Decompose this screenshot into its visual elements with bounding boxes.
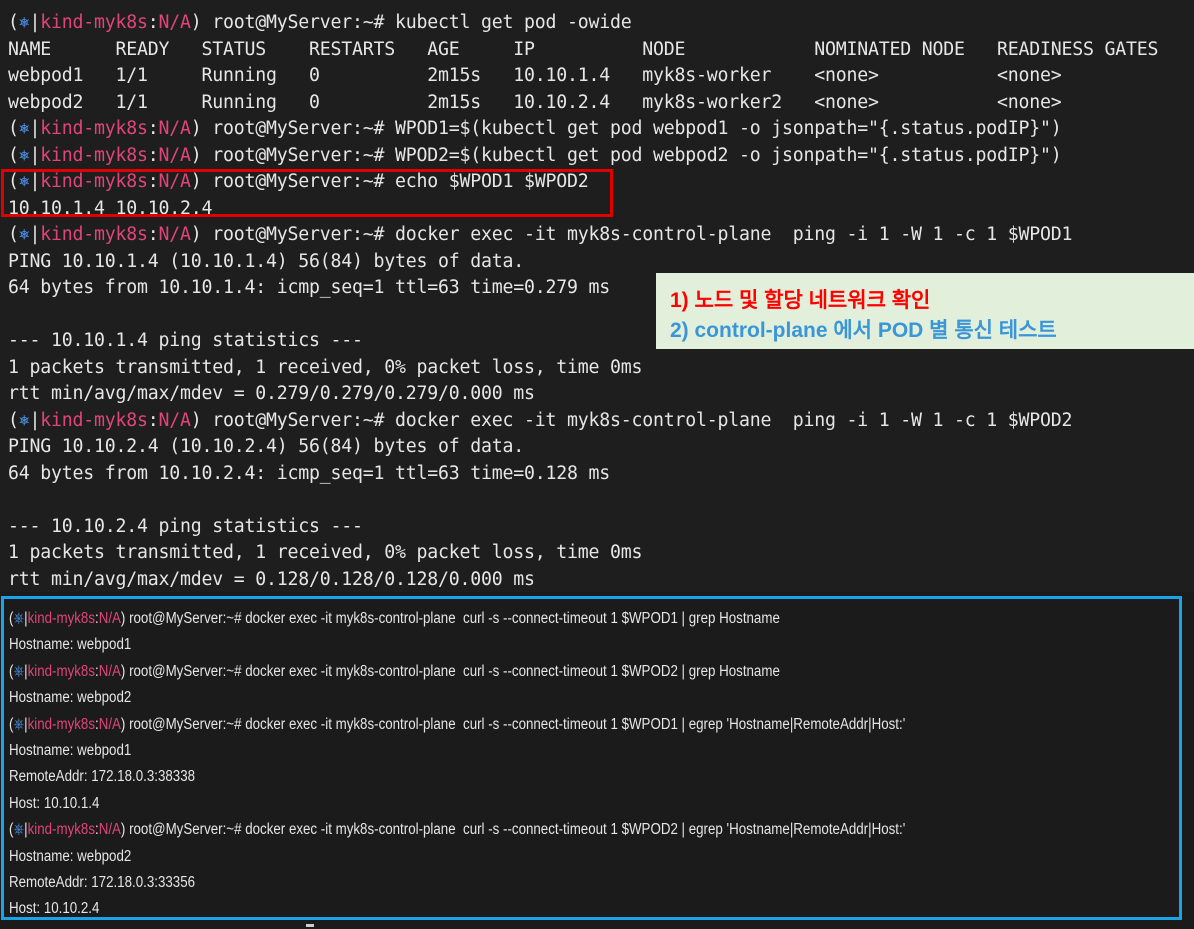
prompt-namespace: N/A xyxy=(158,409,191,431)
prompt-context: kind-myk8s xyxy=(40,144,148,166)
terminal-output-line: PING 10.10.1.4 (10.10.1.4) 56(84) bytes … xyxy=(8,249,524,276)
annotation-callout: 1) 노드 및 할당 네트워크 확인 2) control-plane 에서 P… xyxy=(656,273,1194,349)
prompt-paren: ( xyxy=(8,118,19,139)
prompt-paren: ( xyxy=(8,144,19,166)
prompt-user-host: root@MyServer:~# xyxy=(212,12,385,33)
kubernetes-icon: ⎈ xyxy=(18,144,30,166)
terminal-output-line: 64 bytes from 10.10.2.4: icmp_seq=1 ttl=… xyxy=(8,461,610,488)
terminal-output-line: --- 10.10.1.4 ping statistics --- xyxy=(8,328,363,355)
prompt-bar: | xyxy=(29,118,41,139)
terminal-output-line: 1 packets transmitted, 1 received, 0% pa… xyxy=(8,355,642,382)
terminal-output-line: --- 10.10.2.4 ping statistics --- xyxy=(8,514,363,541)
prompt-bar: | xyxy=(29,409,41,431)
prompt-user-host: root@MyServer:~# xyxy=(212,144,385,166)
output-text: NAME READY STATUS RESTARTS AGE IP NODE N… xyxy=(8,38,1159,60)
annotation-line-2: 2) control-plane 에서 POD 별 통신 테스트 xyxy=(670,319,1057,342)
prompt-user-host: root@MyServer:~# xyxy=(212,224,385,245)
prompt-colon: : xyxy=(147,409,159,431)
terminal-output-line: rtt min/avg/max/mdev = 0.128/0.128/0.128… xyxy=(8,567,535,594)
output-text: --- 10.10.2.4 ping statistics --- xyxy=(8,515,363,537)
kubernetes-icon: ⎈ xyxy=(18,118,30,139)
highlight-box-echo xyxy=(1,169,613,217)
command-text: docker exec -it myk8s-control-plane ping… xyxy=(395,224,1073,245)
prompt-bar: | xyxy=(29,224,41,245)
terminal-output-line: webpod2 1/1 Running 0 2m15s 10.10.2.4 my… xyxy=(8,90,1062,117)
output-text: webpod1 1/1 Running 0 2m15s 10.10.1.4 my… xyxy=(8,65,1062,86)
prompt-namespace: N/A xyxy=(158,224,191,245)
output-text: PING 10.10.2.4 (10.10.2.4) 56(84) bytes … xyxy=(8,436,524,457)
terminal-cursor xyxy=(306,924,314,927)
terminal-output-line: 64 bytes from 10.10.1.4: icmp_seq=1 ttl=… xyxy=(8,275,610,302)
command-text: kubectl get pod -owide xyxy=(395,12,632,33)
terminal-output-line: rtt min/avg/max/mdev = 0.279/0.279/0.279… xyxy=(8,381,535,408)
output-text: webpod2 1/1 Running 0 2m15s 10.10.2.4 my… xyxy=(8,91,1062,113)
prompt-user-host: root@MyServer:~# xyxy=(212,409,385,431)
prompt-bar: | xyxy=(29,12,41,33)
prompt-paren: ( xyxy=(8,12,19,33)
prompt-context: kind-myk8s xyxy=(40,118,148,139)
prompt-paren: ( xyxy=(8,409,19,431)
prompt-paren: ) xyxy=(190,118,213,139)
output-text: rtt min/avg/max/mdev = 0.128/0.128/0.128… xyxy=(8,568,535,590)
prompt-colon: : xyxy=(147,12,159,33)
prompt-paren: ) xyxy=(190,409,213,431)
prompt-bar: | xyxy=(29,144,41,166)
annotation-line-1: 1) 노드 및 할당 네트워크 확인 xyxy=(670,289,931,312)
kubernetes-icon: ⎈ xyxy=(18,224,30,245)
output-text: --- 10.10.1.4 ping statistics --- xyxy=(8,330,363,351)
terminal-command-line: (⎈|kind-myk8s:N/A) root@MyServer:~# dock… xyxy=(8,408,1072,435)
prompt-paren: ) xyxy=(190,144,213,166)
prompt-namespace: N/A xyxy=(158,12,191,33)
output-text: PING 10.10.1.4 (10.10.1.4) 56(84) bytes … xyxy=(8,250,524,272)
prompt-context: kind-myk8s xyxy=(40,409,148,431)
prompt-paren: ( xyxy=(8,224,19,245)
command-text: WPOD1=$(kubectl get pod webpod1 -o jsonp… xyxy=(395,118,1062,139)
terminal-output-line: webpod1 1/1 Running 0 2m15s 10.10.1.4 my… xyxy=(8,63,1062,90)
terminal-output-line: NAME READY STATUS RESTARTS AGE IP NODE N… xyxy=(8,37,1158,64)
kubernetes-icon: ⎈ xyxy=(18,409,30,431)
prompt-paren: ) xyxy=(190,12,213,33)
terminal-command-line: (⎈|kind-myk8s:N/A) root@MyServer:~# WPOD… xyxy=(8,116,1062,143)
terminal-command-line: (⎈|kind-myk8s:N/A) root@MyServer:~# WPOD… xyxy=(8,143,1062,170)
prompt-namespace: N/A xyxy=(158,144,191,166)
output-text: 1 packets transmitted, 1 received, 0% pa… xyxy=(8,356,643,378)
prompt-paren: ) xyxy=(190,224,213,245)
prompt-namespace: N/A xyxy=(158,118,191,139)
terminal-command-line: (⎈|kind-myk8s:N/A) root@MyServer:~# dock… xyxy=(8,222,1072,249)
terminal-output-line: PING 10.10.2.4 (10.10.2.4) 56(84) bytes … xyxy=(8,434,524,461)
highlight-box-curl xyxy=(1,596,1182,920)
command-text: docker exec -it myk8s-control-plane ping… xyxy=(395,409,1073,431)
output-text: rtt min/avg/max/mdev = 0.279/0.279/0.279… xyxy=(8,383,535,404)
prompt-user-host: root@MyServer:~# xyxy=(212,118,385,139)
prompt-context: kind-myk8s xyxy=(40,224,148,245)
prompt-colon: : xyxy=(147,224,159,245)
prompt-context: kind-myk8s xyxy=(40,12,148,33)
command-text: WPOD2=$(kubectl get pod webpod2 -o jsonp… xyxy=(395,144,1062,166)
terminal-output-line: 1 packets transmitted, 1 received, 0% pa… xyxy=(8,540,642,567)
output-text: 1 packets transmitted, 1 received, 0% pa… xyxy=(8,542,643,563)
output-text: 64 bytes from 10.10.2.4: icmp_seq=1 ttl=… xyxy=(8,462,610,484)
prompt-colon: : xyxy=(147,118,159,139)
prompt-colon: : xyxy=(147,144,159,166)
output-text: 64 bytes from 10.10.1.4: icmp_seq=1 ttl=… xyxy=(8,277,610,298)
kubernetes-icon: ⎈ xyxy=(18,12,30,33)
terminal-command-line: (⎈|kind-myk8s:N/A) root@MyServer:~# kube… xyxy=(8,10,632,37)
